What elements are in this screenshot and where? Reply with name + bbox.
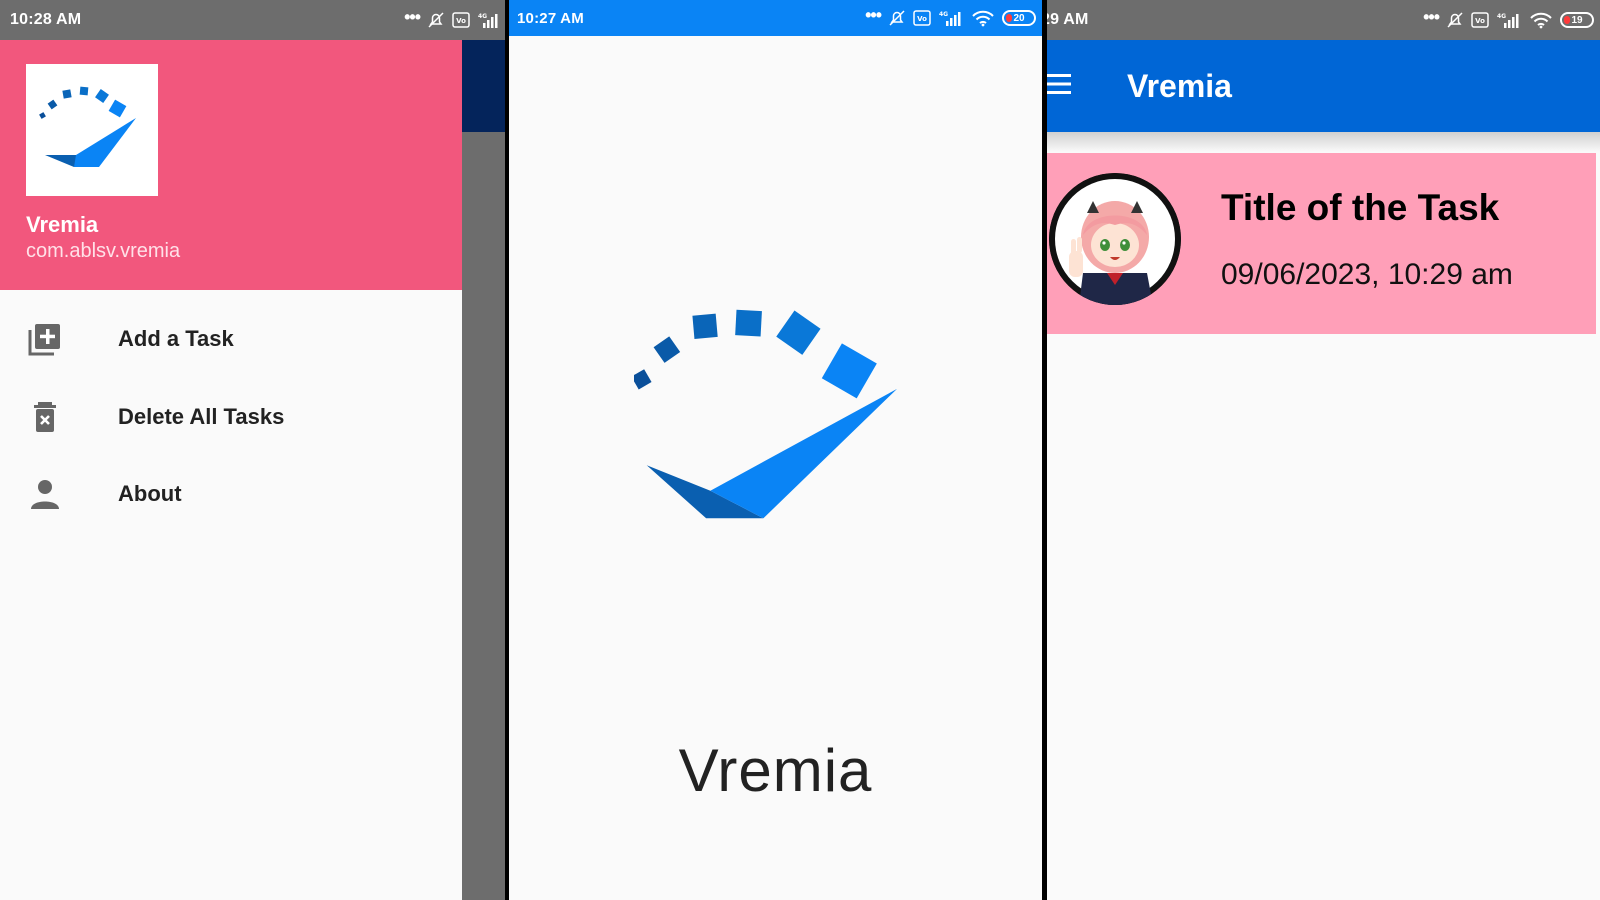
menu-item-about[interactable]: About	[0, 459, 462, 529]
checkmark-logo-icon	[634, 309, 898, 519]
svg-text:4G: 4G	[1497, 13, 1506, 20]
svg-text:Vo: Vo	[456, 17, 466, 25]
menu-item-label: Delete All Tasks	[118, 404, 285, 429]
checkmark-logo-icon	[39, 86, 136, 167]
menu-item-label: Add a Task	[118, 326, 234, 351]
app-logo	[26, 64, 158, 196]
splash-screen: 10:27 AM ••• Vo 4G 20 Vremia	[509, 0, 1042, 900]
menu-item-delete-all[interactable]: Delete All Tasks	[0, 382, 462, 452]
status-icons: ••• Vo 4G	[404, 0, 499, 40]
more-dots-icon: •••	[865, 4, 882, 25]
app-bar-shadow	[1047, 132, 1600, 152]
drawer-header: Vremia com.ablsv.vremia	[0, 40, 462, 290]
signal-4g-icon: 4G	[478, 13, 498, 28]
task-title: Title of the Task	[1221, 187, 1500, 228]
svg-text:Vo: Vo	[1475, 17, 1485, 25]
svg-text:4G: 4G	[939, 11, 948, 18]
drawer-scrim[interactable]	[462, 40, 505, 900]
svg-text:4G: 4G	[478, 13, 487, 20]
mute-bell-icon	[428, 12, 444, 28]
signal-4g-icon: 4G	[1497, 13, 1519, 28]
wifi-icon	[972, 10, 994, 27]
app-bar: Vremia	[1047, 40, 1600, 132]
splash-content: Vremia	[509, 36, 1042, 900]
status-bar: 10:28 AM ••• Vo 4G	[0, 0, 505, 40]
hamburger-menu-icon[interactable]	[1047, 73, 1071, 95]
splash-app-name: Vremia	[678, 737, 873, 804]
delete-icon	[34, 402, 56, 432]
task-list-screen: 29 AM ••• Vo 4G 19 Vremia	[1047, 0, 1600, 900]
anime-girl-avatar-icon	[1049, 173, 1181, 305]
task-date: 09/06/2023, 10:29 am	[1221, 258, 1513, 291]
drawer-package-name: com.ablsv.vremia	[26, 240, 181, 262]
battery-level: 19	[1571, 14, 1583, 26]
navigation-drawer: Vremia com.ablsv.vremia Add a Task Delet…	[0, 40, 462, 900]
status-time: 10:27 AM	[517, 9, 584, 27]
more-dots-icon: •••	[1423, 6, 1440, 27]
wifi-icon	[1530, 12, 1552, 29]
app-bar-title: Vremia	[1127, 68, 1232, 104]
menu-item-label: About	[118, 481, 182, 506]
signal-4g-icon: 4G	[939, 11, 961, 26]
battery-level: 20	[1013, 12, 1025, 24]
status-bar: 10:27 AM ••• Vo 4G 20	[509, 0, 1042, 36]
svg-text:Vo: Vo	[917, 15, 927, 23]
task-card[interactable]: Title of the Task 09/06/2023, 10:29 am	[1047, 153, 1596, 334]
more-dots-icon: •••	[404, 6, 421, 27]
status-icons: ••• Vo 4G 19	[1423, 0, 1594, 40]
battery-icon: 19	[1560, 12, 1594, 28]
drawer-app-name: Vremia	[26, 212, 99, 237]
status-time: 10:28 AM	[10, 11, 82, 28]
menu-item-add-task[interactable]: Add a Task	[0, 304, 462, 374]
status-icons: ••• Vo 4G 20	[865, 0, 1036, 36]
volte-icon: Vo	[913, 10, 931, 26]
task-avatar	[1049, 173, 1181, 305]
status-bar: 29 AM ••• Vo 4G 19	[1047, 0, 1600, 40]
drawer-screen: 10:28 AM ••• Vo 4G Vremia com.ablsv.vrem…	[0, 0, 505, 900]
battery-icon: 20	[1002, 10, 1036, 26]
mute-bell-icon	[1447, 12, 1463, 28]
dimmed-app-bar	[462, 40, 505, 132]
volte-icon: Vo	[1471, 12, 1489, 28]
person-icon	[31, 480, 59, 509]
volte-icon: Vo	[452, 12, 470, 28]
status-time: 29 AM	[1047, 11, 1089, 28]
add-task-icon	[28, 324, 60, 356]
mute-bell-icon	[889, 10, 905, 26]
